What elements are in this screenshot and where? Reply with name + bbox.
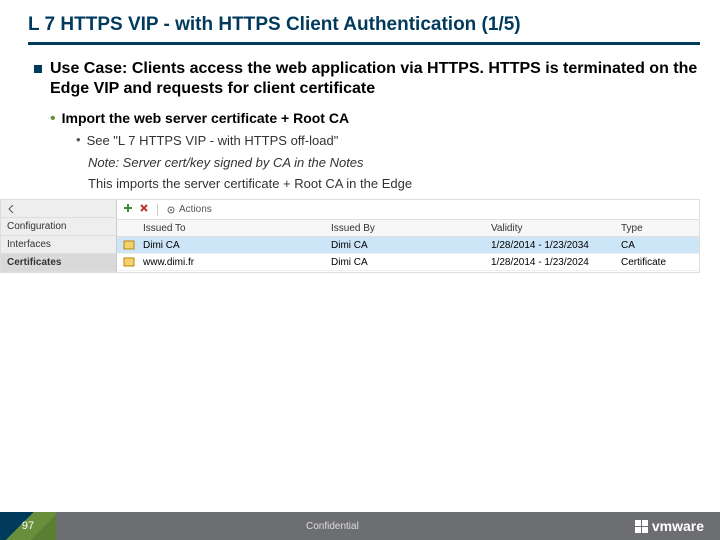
side-interfaces[interactable]: Interfaces [1, 236, 116, 254]
add-icon[interactable] [123, 203, 133, 216]
cell-issued-by: Dimi CA [331, 240, 491, 251]
vmware-logo-text: vmware [652, 518, 704, 534]
page-number-box: 97 [0, 512, 56, 540]
certificates-panel: Configuration Interfaces Certificates Ac… [0, 199, 700, 273]
dot-bullet-icon: • [50, 109, 56, 128]
confidential-label: Confidential [306, 521, 359, 532]
dot-bullet-icon: • [76, 132, 81, 150]
cell-issued-to: Dimi CA [141, 240, 331, 251]
square-bullet-icon [34, 65, 42, 73]
page-number: 97 [22, 520, 34, 532]
side-collapse[interactable] [1, 200, 116, 218]
bullet-import: • Import the web server certificate + Ro… [50, 109, 700, 128]
actions-label: Actions [179, 204, 212, 215]
slide-title: L 7 HTTPS VIP - with HTTPS Client Authen… [0, 0, 720, 42]
delete-icon[interactable] [139, 203, 149, 216]
cell-type: Certificate [621, 257, 699, 268]
gear-icon [166, 205, 176, 215]
vmware-logo: vmware [635, 518, 704, 534]
cert-icon [117, 240, 141, 250]
content-area: Use Case: Clients access the web applica… [0, 45, 720, 193]
footer-bar: Confidential vmware [56, 512, 720, 540]
vmware-logo-icon [635, 520, 648, 533]
table-row[interactable]: www.dimi.fr Dimi CA 1/28/2014 - 1/23/202… [117, 254, 699, 271]
cell-validity: 1/28/2014 - 1/23/2034 [491, 240, 621, 251]
col-issued-by[interactable]: Issued By [331, 223, 491, 234]
bullet-see: • See "L 7 HTTPS VIP - with HTTPS off-lo… [76, 132, 700, 150]
note-server-cert: Note: Server cert/key signed by CA in th… [88, 154, 700, 172]
col-issued-to[interactable]: Issued To [141, 223, 331, 234]
col-type[interactable]: Type [621, 223, 699, 234]
table-row[interactable]: Dimi CA Dimi CA 1/28/2014 - 1/23/2034 CA [117, 237, 699, 254]
see-text: See "L 7 HTTPS VIP - with HTTPS off-load… [87, 132, 339, 150]
note-imports: This imports the server certificate + Ro… [88, 175, 700, 193]
import-text: Import the web server certificate + Root… [62, 109, 349, 128]
side-certificates[interactable]: Certificates [1, 254, 116, 272]
chevron-left-icon [7, 205, 15, 213]
cert-toolbar: Actions [117, 200, 699, 220]
cert-icon [117, 257, 141, 267]
side-configuration[interactable]: Configuration [1, 218, 116, 236]
cell-issued-to: www.dimi.fr [141, 257, 331, 268]
cell-type: CA [621, 240, 699, 251]
cert-main: Actions Issued To Issued By Validity Typ… [117, 200, 699, 272]
toolbar-separator [157, 204, 158, 216]
usecase-text: Use Case: Clients access the web applica… [50, 59, 700, 99]
cert-table-header: Issued To Issued By Validity Type [117, 220, 699, 237]
actions-menu[interactable]: Actions [166, 204, 212, 215]
bullet-usecase: Use Case: Clients access the web applica… [34, 59, 700, 99]
side-nav: Configuration Interfaces Certificates [1, 200, 117, 272]
footer: 97 Confidential vmware [0, 512, 720, 540]
cell-issued-by: Dimi CA [331, 257, 491, 268]
cell-validity: 1/28/2014 - 1/23/2024 [491, 257, 621, 268]
col-validity[interactable]: Validity [491, 223, 621, 234]
